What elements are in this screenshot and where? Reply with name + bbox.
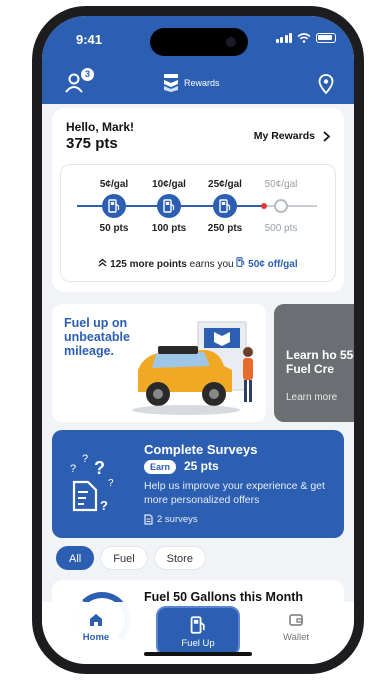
greeting: Hello, Mark! (66, 120, 135, 134)
notification-badge: 3 (81, 68, 94, 81)
chevron-right-icon (323, 130, 330, 142)
app-screen: 9:41 3 Rewards Hello, Mark! 375 pts My R… (42, 16, 354, 664)
svg-text:?: ? (108, 478, 114, 489)
promo-learn-more[interactable]: Learn more (286, 392, 337, 403)
signal-icon (275, 33, 292, 43)
status-icons (275, 33, 336, 43)
status-time: 9:41 (76, 32, 103, 47)
tier-discount: 5¢/gal (99, 179, 129, 190)
svg-text:?: ? (100, 498, 108, 513)
current-progress-marker (261, 203, 267, 209)
fuel-up-button[interactable]: Fuel Up (156, 606, 240, 656)
earns-you-text: earns you (186, 259, 237, 270)
offer-filters: All Fuel Store (56, 546, 206, 570)
survey-count: 2 surveys (144, 514, 198, 525)
profile-button[interactable]: 3 (64, 68, 94, 98)
wifi-icon (297, 33, 311, 43)
tier-node-locked (274, 199, 288, 213)
survey-card[interactable]: ? ? ? ? ? Complete Surveys Earn 25 pts H… (52, 430, 344, 538)
svg-text:?: ? (94, 458, 105, 478)
status-bar: 9:41 (42, 16, 354, 60)
survey-points: 25 pts (184, 459, 219, 473)
app-header: 9:41 3 Rewards (42, 16, 354, 104)
camera-icon (226, 37, 236, 47)
fuel-pump-icon (219, 199, 231, 213)
survey-title: Complete Surveys (144, 442, 258, 457)
survey-document-icon: ? ? ? ? ? (70, 453, 114, 513)
points-needed: 125 more points (110, 259, 187, 270)
wallet-icon (289, 614, 303, 626)
tier-points: 50 pts (99, 223, 129, 234)
svg-text:?: ? (82, 453, 88, 465)
earn-badge: Earn (144, 460, 177, 474)
svg-text:?: ? (70, 463, 76, 475)
brand-logo: Rewards (164, 74, 220, 92)
phone-frame: 9:41 3 Rewards Hello, Mark! 375 pts My R… (32, 6, 364, 674)
top-nav: 3 Rewards (42, 68, 354, 102)
promo-title: Learn ho 55¢ or 4 Fuel Cre (286, 348, 354, 376)
location-pin-icon[interactable] (318, 74, 334, 94)
promo-carousel[interactable]: Fuel up on unbeatable mileage. Learn ho … (52, 304, 354, 422)
fuel-pump-icon (236, 257, 245, 267)
promo-card-mileage[interactable]: Fuel up on unbeatable mileage. (52, 304, 266, 422)
tier-node-reached (157, 194, 181, 218)
filter-chip-all[interactable]: All (56, 546, 95, 570)
battery-icon (316, 33, 336, 43)
tab-wallet-label: Wallet (282, 632, 310, 643)
fuel-up-label: Fuel Up (181, 638, 215, 649)
home-indicator (144, 652, 252, 656)
dynamic-island (150, 28, 248, 56)
filter-chip-fuel[interactable]: Fuel (100, 546, 148, 570)
tier-discount: 25¢/gal (208, 179, 242, 190)
filter-chip-store[interactable]: Store (153, 546, 206, 570)
next-reward-value: 50¢ off/gal (248, 259, 298, 270)
tab-home[interactable]: Home (66, 612, 126, 643)
tab-wallet[interactable]: Wallet (266, 612, 326, 643)
next-reward-message: 125 more points earns you 50¢ off/gal (61, 257, 335, 270)
brand-title: Rewards (184, 78, 220, 88)
my-rewards-link[interactable]: My Rewards (254, 130, 330, 142)
chevron-logo-icon (164, 74, 178, 92)
tier-discount: 50¢/gal (264, 179, 298, 190)
fuel-pump-icon (108, 199, 120, 213)
double-chevron-up-icon (98, 258, 107, 267)
points-balance: 375 pts (66, 135, 118, 152)
document-icon (144, 514, 153, 525)
rewards-progress-tracker: 5¢/gal 10¢/gal 25¢/gal 50¢/gal 50 pts 10… (60, 164, 336, 282)
tier-node-reached (102, 194, 126, 218)
survey-count-label: 2 surveys (157, 514, 198, 525)
tier-points: 500 pts (264, 223, 298, 234)
survey-description: Help us improve your experience & get mo… (144, 480, 325, 506)
home-icon (90, 614, 102, 626)
station-car-illustration (132, 321, 253, 415)
fuel-pump-icon (163, 199, 175, 213)
tier-points: 100 pts (151, 223, 187, 234)
promo-card-fuel-credits[interactable]: Learn ho 55¢ or 4 Fuel Cre Learn more (274, 304, 354, 422)
tier-discount: 10¢/gal (152, 179, 186, 190)
tab-home-label: Home (82, 632, 110, 643)
tier-node-reached (213, 194, 237, 218)
fuel-pump-icon (190, 616, 205, 634)
rewards-summary-card: Hello, Mark! 375 pts My Rewards 5¢/gal 1… (52, 108, 344, 292)
my-rewards-label: My Rewards (253, 130, 315, 142)
tier-points: 250 pts (207, 223, 243, 234)
